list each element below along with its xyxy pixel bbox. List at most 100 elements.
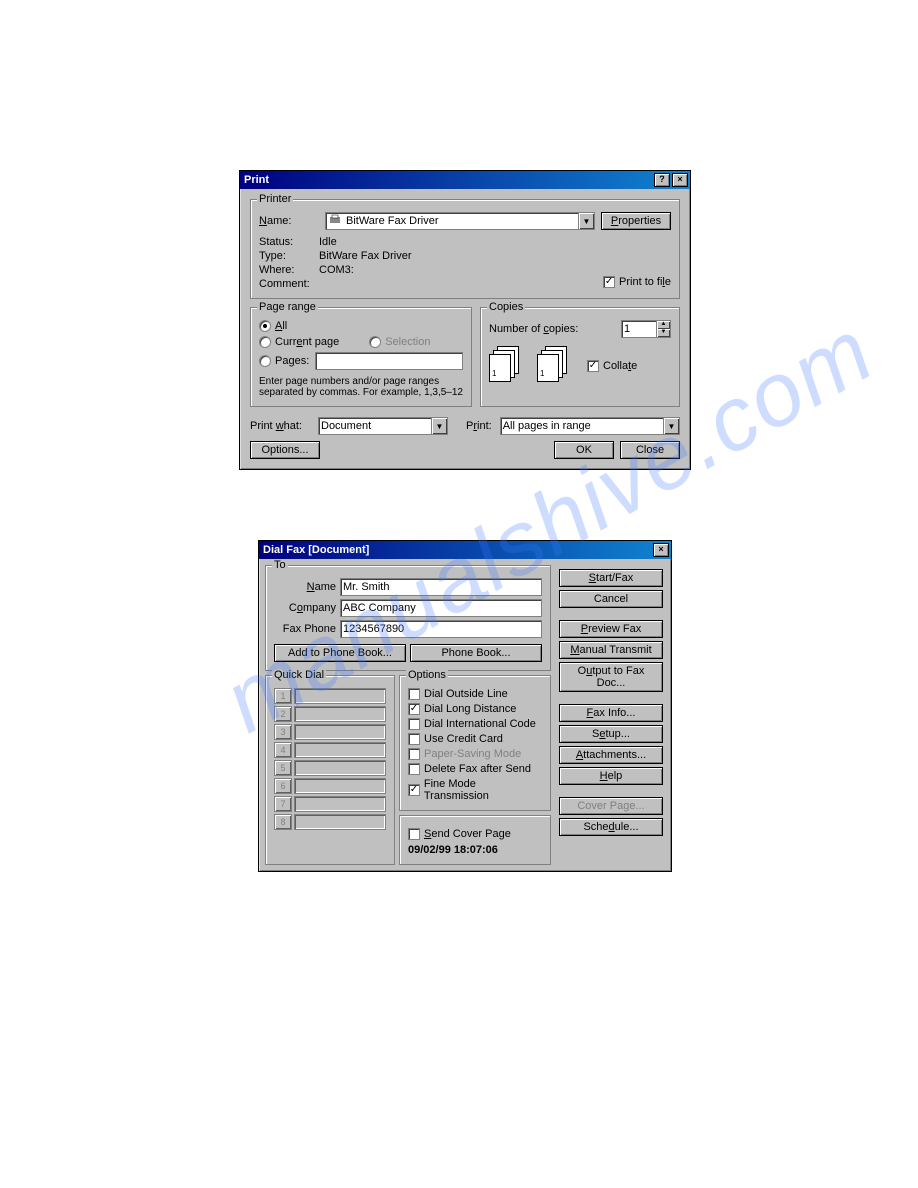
close-icon[interactable]: × <box>672 173 688 187</box>
chevron-down-icon[interactable]: ▼ <box>431 418 447 434</box>
help-icon[interactable]: ? <box>654 173 670 187</box>
quickdial-6-slot[interactable] <box>294 778 386 794</box>
opt-credit-checkbox[interactable]: Use Credit Card <box>408 733 542 745</box>
close-icon[interactable]: × <box>653 543 669 557</box>
quickdial-2-button[interactable]: 2 <box>274 706 292 722</box>
cover-page-button: Cover Page... <box>559 797 663 815</box>
quickdial-1-slot[interactable] <box>294 688 386 704</box>
fax-phone-label: Fax Phone <box>274 623 336 635</box>
fax-phone-value: 1234567890 <box>343 623 404 635</box>
phonebook-button[interactable]: Phone Book... <box>410 644 542 662</box>
opt-paper-label: Paper-Saving Mode <box>424 748 521 760</box>
pages-hint: Enter page numbers and/or page ranges se… <box>259 376 463 398</box>
fax-name-label: Name <box>274 581 336 593</box>
print-label: Print: <box>466 420 492 432</box>
selection-radio: Selection <box>369 336 430 348</box>
print-what-label: Print what: <box>250 420 310 432</box>
opt-long-checkbox[interactable]: ✓Dial Long Distance <box>408 703 542 715</box>
opt-outside-checkbox[interactable]: Dial Outside Line <box>408 688 542 700</box>
cancel-button[interactable]: Cancel <box>559 590 663 608</box>
printer-name-combo[interactable]: BitWare Fax Driver ▼ <box>325 212 595 230</box>
copies-group: Copies Number of copies: 1 ▲▼ 321 321 ✓ <box>480 307 680 407</box>
fax-company-input[interactable]: ABC Company <box>340 599 542 617</box>
dialfax-titlebar[interactable]: Dial Fax [Document] × <box>259 541 671 559</box>
quickdial-2-slot[interactable] <box>294 706 386 722</box>
output-fax-doc-button[interactable]: Output to Fax Doc... <box>559 662 663 692</box>
copies-value: 1 <box>624 323 630 335</box>
name-label: Name: <box>259 215 319 227</box>
opt-intl-label: Dial International Code <box>424 718 536 730</box>
collate-label: Collate <box>603 360 637 372</box>
dialfax-dialog: Dial Fax [Document] × To Name Mr. Smith … <box>258 540 672 872</box>
to-group: To Name Mr. Smith Company ABC Company Fa… <box>265 565 551 671</box>
spin-down-icon[interactable]: ▼ <box>656 329 670 337</box>
opt-intl-checkbox[interactable]: Dial International Code <box>408 718 542 730</box>
preview-fax-button[interactable]: Preview Fax <box>559 620 663 638</box>
print-titlebar[interactable]: Print ? × <box>240 171 690 189</box>
quickdial-5-button[interactable]: 5 <box>274 760 292 776</box>
fax-info-button[interactable]: Fax Info... <box>559 704 663 722</box>
print-scope-value: All pages in range <box>503 420 591 432</box>
copies-spinner[interactable]: 1 ▲▼ <box>621 320 671 338</box>
quickdial-1-button[interactable]: 1 <box>274 688 292 704</box>
spin-up-icon[interactable]: ▲ <box>656 321 670 329</box>
printer-legend: Printer <box>257 193 293 205</box>
print-to-file-label: Print to file <box>619 276 671 288</box>
opt-paper-checkbox: Paper-Saving Mode <box>408 748 542 760</box>
comment-label: Comment: <box>259 278 319 290</box>
current-page-radio[interactable]: Current page <box>259 336 339 348</box>
quickdial-8-button[interactable]: 8 <box>274 814 292 830</box>
setup-button[interactable]: Setup... <box>559 725 663 743</box>
close-button[interactable]: Close <box>620 441 680 459</box>
to-legend: To <box>272 559 288 571</box>
printer-name-value: BitWare Fax Driver <box>346 215 439 227</box>
page-range-legend: Page range <box>257 301 318 313</box>
send-cover-label: Send Cover Page <box>424 828 511 840</box>
opt-fine-checkbox[interactable]: ✓Fine Mode Transmission <box>408 778 542 802</box>
page-range-group: Page range All Current page Selection Pa… <box>250 307 472 407</box>
status-label: Status: <box>259 236 319 248</box>
quickdial-6-button[interactable]: 6 <box>274 778 292 794</box>
all-radio[interactable]: All <box>259 320 287 332</box>
chevron-down-icon[interactable]: ▼ <box>663 418 679 434</box>
dialfax-title: Dial Fax [Document] <box>263 544 369 556</box>
quickdial-4-slot[interactable] <box>294 742 386 758</box>
collate-checkbox[interactable]: ✓ Collate <box>587 360 637 372</box>
quickdial-5-slot[interactable] <box>294 760 386 776</box>
quickdial-3-slot[interactable] <box>294 724 386 740</box>
opt-outside-label: Dial Outside Line <box>424 688 508 700</box>
send-cover-checkbox[interactable]: Send Cover Page <box>408 828 542 840</box>
quickdial-7-button[interactable]: 7 <box>274 796 292 812</box>
help-button[interactable]: Help <box>559 767 663 785</box>
print-to-file-checkbox[interactable]: ✓ Print to file <box>603 276 671 288</box>
opt-delete-checkbox[interactable]: Delete Fax after Send <box>408 763 542 775</box>
chevron-down-icon[interactable]: ▼ <box>578 213 594 229</box>
opt-fine-label: Fine Mode Transmission <box>424 778 542 802</box>
ok-button[interactable]: OK <box>554 441 614 459</box>
fax-phone-input[interactable]: 1234567890 <box>340 620 542 638</box>
quickdial-8-slot[interactable] <box>294 814 386 830</box>
quickdial-3-button[interactable]: 3 <box>274 724 292 740</box>
timestamp-text: 09/02/99 18:07:06 <box>408 844 542 856</box>
manual-transmit-button[interactable]: Manual Transmit <box>559 641 663 659</box>
quickdial-4-button[interactable]: 4 <box>274 742 292 758</box>
fax-name-input[interactable]: Mr. Smith <box>340 578 542 596</box>
printer-group: Printer Name: BitWare Fax Driver ▼ Prope… <box>250 199 680 299</box>
properties-button[interactable]: Properties <box>601 212 671 230</box>
pages-input[interactable] <box>315 352 463 370</box>
opt-long-label: Dial Long Distance <box>424 703 516 715</box>
type-label: Type: <box>259 250 319 262</box>
type-value: BitWare Fax Driver <box>319 250 412 262</box>
opt-credit-label: Use Credit Card <box>424 733 503 745</box>
schedule-button[interactable]: Schedule... <box>559 818 663 836</box>
print-title: Print <box>244 174 269 186</box>
start-fax-button[interactable]: Start/Fax <box>559 569 663 587</box>
quickdial-7-slot[interactable] <box>294 796 386 812</box>
attachments-button[interactable]: Attachments... <box>559 746 663 764</box>
print-what-value: Document <box>321 420 371 432</box>
add-phonebook-button[interactable]: Add to Phone Book... <box>274 644 406 662</box>
options-button[interactable]: Options... <box>250 441 320 459</box>
pages-radio[interactable]: Pages: <box>259 355 309 367</box>
print-what-combo[interactable]: Document ▼ <box>318 417 448 435</box>
print-scope-combo[interactable]: All pages in range ▼ <box>500 417 680 435</box>
